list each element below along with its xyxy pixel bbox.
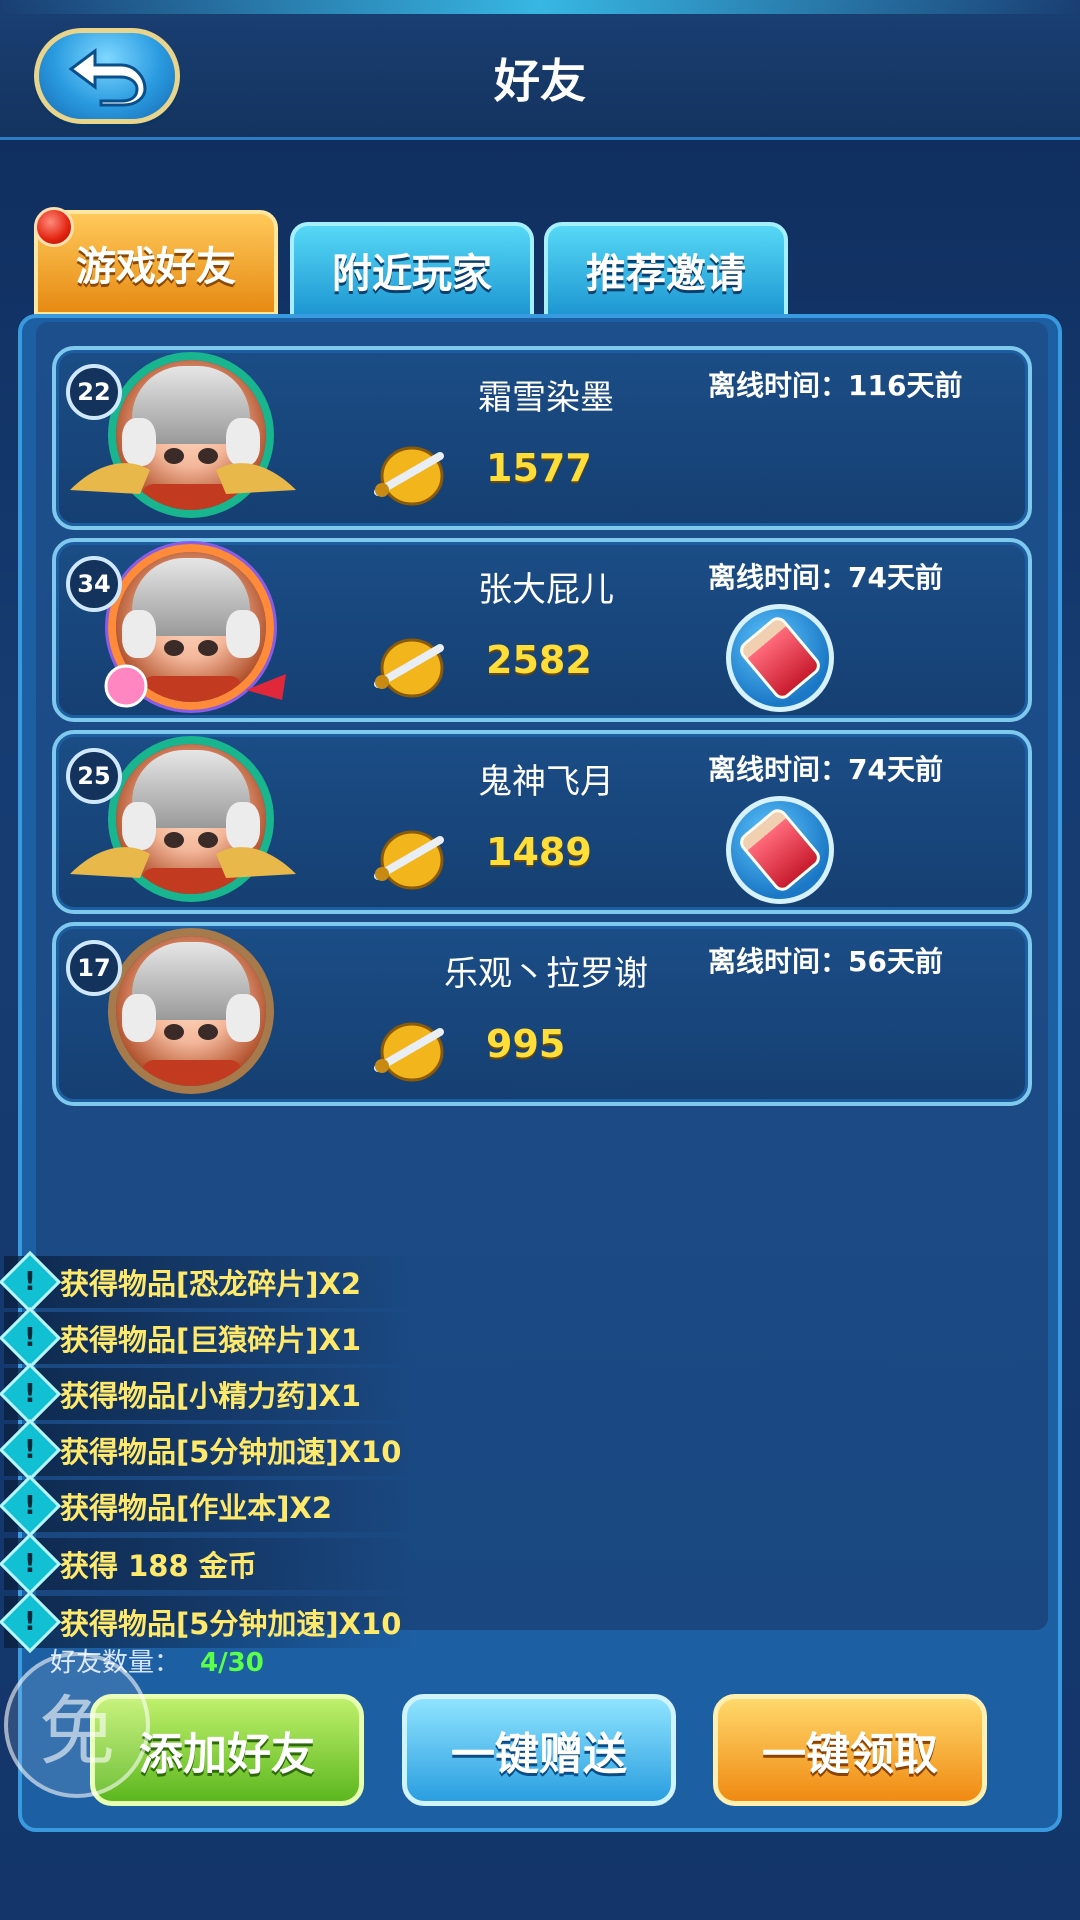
- item-notification: ! 获得物品[恐龙碎片]X2: [0, 1250, 414, 1314]
- gold-coin-sword-icon: [374, 446, 444, 506]
- alert-diamond-icon: !: [0, 1418, 62, 1482]
- friend-name: 乐观丶拉罗谢: [444, 954, 648, 994]
- header-glow: [0, 0, 1080, 14]
- tab-nearby-players[interactable]: 附近玩家: [290, 222, 534, 318]
- gift-potion-button[interactable]: [726, 796, 834, 904]
- gold-coin-sword-icon: [374, 830, 444, 890]
- offline-time: 离线时间：116天前: [708, 369, 963, 402]
- item-notification: ! 获得物品[5分钟加速]X10: [0, 1590, 414, 1654]
- gold-coin-sword-icon: [374, 638, 444, 698]
- gold-coin-sword-icon: [374, 1022, 444, 1082]
- potion-icon: [736, 613, 824, 703]
- item-notification: ! 获得 188 金币: [0, 1532, 414, 1596]
- level-badge: 22: [66, 364, 122, 420]
- alert-diamond-icon: !: [0, 1532, 62, 1596]
- gold-amount: 995: [486, 1022, 566, 1066]
- page-title: 好友: [494, 54, 586, 108]
- tab-recommend-invite[interactable]: 推荐邀请: [544, 222, 788, 318]
- friend-row[interactable]: 25 鬼神飞月 离线时间：74天前 1489: [52, 730, 1032, 914]
- friend-name: 张大屁儿: [478, 570, 614, 610]
- offline-time: 离线时间：74天前: [708, 561, 943, 594]
- offline-time: 离线时间：56天前: [708, 945, 943, 978]
- alert-diamond-icon: !: [0, 1362, 62, 1426]
- candy-frame-icon: [104, 664, 286, 708]
- friend-name: 霜雪染墨: [478, 378, 614, 418]
- gold-amount: 1489: [486, 830, 592, 874]
- friend-name: 鬼神飞月: [478, 762, 614, 802]
- friend-count-value: 4/30: [200, 1648, 264, 1678]
- item-notification: ! 获得物品[巨猿碎片]X1: [0, 1306, 414, 1370]
- receive-all-button[interactable]: 一键领取: [713, 1694, 987, 1806]
- item-notification: ! 获得物品[作业本]X2: [0, 1474, 414, 1538]
- friend-row[interactable]: 34 张大屁儿 离线时间：74天前 2582: [52, 538, 1032, 722]
- alert-diamond-icon: !: [0, 1250, 62, 1314]
- level-badge: 25: [66, 748, 122, 804]
- gift-potion-button[interactable]: [726, 604, 834, 712]
- alert-diamond-icon: !: [0, 1474, 62, 1538]
- gold-amount: 1577: [486, 446, 592, 490]
- notification-dot-icon: [34, 207, 74, 247]
- item-notification: ! 获得物品[小精力药]X1: [0, 1362, 414, 1426]
- level-badge: 17: [66, 940, 122, 996]
- level-badge: 34: [66, 556, 122, 612]
- floating-watermark-button[interactable]: 免: [4, 1652, 150, 1798]
- gold-amount: 2582: [486, 638, 592, 682]
- friend-row[interactable]: 17 乐观丶拉罗谢 离线时间：56天前 995: [52, 922, 1032, 1106]
- wings-frame-icon: [70, 847, 296, 878]
- offline-time: 离线时间：74天前: [708, 753, 943, 786]
- item-notification: ! 获得物品[5分钟加速]X10: [0, 1418, 414, 1482]
- friend-row[interactable]: 22 霜雪染墨 离线时间：116天前 1577: [52, 346, 1032, 530]
- avatar-frame: [108, 928, 274, 1094]
- potion-icon: [736, 805, 824, 895]
- alert-diamond-icon: !: [0, 1306, 62, 1370]
- send-all-button[interactable]: 一键赠送: [402, 1694, 676, 1806]
- wings-frame-icon: [70, 463, 296, 494]
